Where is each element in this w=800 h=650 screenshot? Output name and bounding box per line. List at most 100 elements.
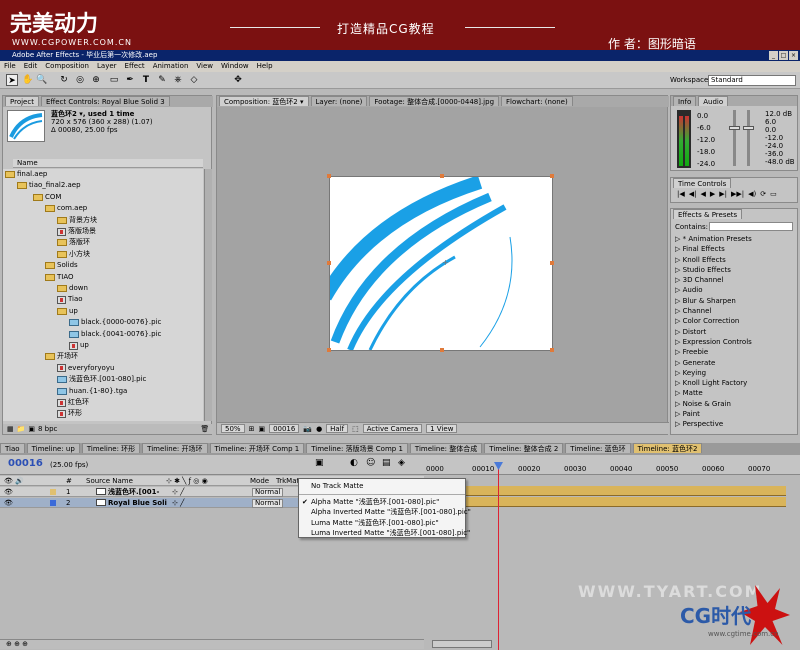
track-matte-option[interactable]: Luma Inverted Matte "浅蓝色环.[001-080].pic" [299,528,470,539]
pen-tool-icon[interactable]: ✒ [124,74,136,86]
project-item[interactable]: everyforyoyu [57,363,114,374]
tab-timeline[interactable]: Timeline: 开场环 [142,443,208,453]
tab-timeline[interactable]: Timeline: 环形 [81,443,141,453]
frame-blending-icon[interactable]: ▤ [382,458,391,468]
tab-project[interactable]: Project [5,96,39,106]
project-item[interactable]: 落版环 [57,237,90,248]
effect-category[interactable]: ▷ Blur & Sharpen [675,296,752,306]
layer-name[interactable]: 浅蓝色环.[001- [108,487,159,497]
effect-category[interactable]: ▷ Final Effects [675,244,752,254]
tab-timeline[interactable]: Timeline: up [26,443,80,453]
draft-3d-icon[interactable]: ◐ [350,458,358,468]
tab-flowchart[interactable]: Flowchart: (none) [501,96,573,106]
effect-category[interactable]: ▷ Channel [675,306,752,316]
label-color-swatch[interactable] [50,500,56,506]
track-matte-option[interactable]: Luma Matte "浅蓝色环.[001-080].pic" [299,518,465,529]
new-comp-icon[interactable]: ▣ [28,424,35,434]
project-item[interactable]: 背景方块 [57,215,97,226]
effect-category[interactable]: ▷ Studio Effects [675,265,752,275]
project-item[interactable]: up [57,306,78,317]
tab-layer[interactable]: Layer: (none) [310,96,368,106]
first-frame-button[interactable]: |◀ [677,190,685,198]
next-frame-button[interactable]: ▶| [719,190,727,198]
effect-category[interactable]: ▷ Matte [675,388,752,398]
bounding-handle[interactable] [327,261,331,265]
tab-audio[interactable]: Audio [698,96,729,106]
project-item[interactable]: down [57,283,88,294]
visibility-icon[interactable]: 👁 [4,498,13,508]
project-item[interactable]: black.{0041-0076}.pic [69,329,161,340]
safe-zone-icon[interactable]: ▣ [258,425,265,433]
bounding-handle[interactable] [550,348,554,352]
effect-category[interactable]: ▷ Keying [675,368,752,378]
trash-icon[interactable]: 🗑 [200,424,209,434]
grid-icon[interactable]: ⊞ [249,425,255,433]
track-matte-option[interactable]: ✔ Alpha Matte "浅蓝色环.[001-080].pic" [299,497,465,508]
project-item[interactable]: up [69,340,89,351]
track-matte-option[interactable]: No Track Matte [299,481,465,492]
project-item[interactable]: 环形 [57,408,82,419]
bounding-handle[interactable] [440,348,444,352]
layer-bar[interactable] [424,497,786,507]
bounding-handle[interactable] [440,174,444,178]
tab-effect-controls[interactable]: Effect Controls: Royal Blue Solid 3 [40,96,170,106]
pan-behind-tool-icon[interactable]: ⊕ [90,74,102,86]
hand-tool-icon[interactable]: ✋ [22,74,34,86]
project-item[interactable]: 落版场景 [57,226,96,237]
effects-search-input[interactable] [709,222,793,231]
layer-name[interactable]: Royal Blue Soli [108,498,167,508]
project-item[interactable]: 小方块 [57,249,90,260]
tab-timeline[interactable]: Timeline: 开场环 Comp 1 [209,443,305,453]
project-item[interactable]: 红色环 [57,397,89,408]
view-layout-select[interactable]: 1 View [426,424,458,433]
effect-category[interactable]: ▷ * Animation Presets [675,234,752,244]
menu-window[interactable]: Window [221,61,249,72]
effect-category[interactable]: ▷ Color Correction [675,316,752,326]
tab-timeline[interactable]: Timeline: 蓝色环 [565,443,631,453]
bounding-handle[interactable] [327,174,331,178]
effect-category[interactable]: ▷ Perspective [675,419,752,429]
volume-slider-thumb[interactable] [729,126,740,130]
tab-info[interactable]: Info [673,96,697,106]
current-time-indicator[interactable] [498,462,499,650]
current-time-field[interactable]: 00016 [269,424,300,433]
timeline-zoom-slider[interactable] [432,640,492,648]
audio-toggle-button[interactable]: ◀) [748,190,756,198]
bounding-handle[interactable] [327,348,331,352]
project-item[interactable]: huan.{1-80}.tga [57,386,127,397]
effect-category[interactable]: ▷ Distort [675,327,752,337]
menu-file[interactable]: File [4,61,16,72]
eraser-tool-icon[interactable]: ◇ [188,74,200,86]
effect-category[interactable]: ▷ Knoll Light Factory [675,378,752,388]
ram-preview-button[interactable]: ▭ [770,190,777,198]
layer-switches-icon[interactable]: ⊹ ╱ [172,498,184,508]
magnification-select[interactable]: 50% [221,424,245,433]
tab-footage[interactable]: Footage: 整体合成.[0000-0448].jpg [369,96,500,106]
blend-mode-select[interactable]: Normal [252,499,284,508]
zoom-tool-icon[interactable]: 🔍 [36,74,48,86]
bounding-handle[interactable] [550,174,554,178]
new-folder-icon[interactable]: 📁 [17,424,26,434]
volume-slider-thumb[interactable] [743,126,754,130]
tab-time-controls[interactable]: Time Controls [673,178,732,188]
menu-animation[interactable]: Animation [153,61,189,72]
minimize-button[interactable]: _ [769,51,778,60]
menu-composition[interactable]: Composition [45,61,89,72]
project-item[interactable]: com.aep [45,203,87,214]
camera-select[interactable]: Active Camera [362,424,423,433]
project-scrollbar[interactable] [204,169,212,421]
menu-view[interactable]: View [196,61,213,72]
tab-composition[interactable]: Composition: 蓝色环2 ▾ [219,96,309,106]
effect-category[interactable]: ▷ Generate [675,358,752,368]
region-of-interest-icon[interactable]: ⬚ [352,425,359,433]
effect-category[interactable]: ▷ Knoll Effects [675,255,752,265]
project-item[interactable]: Tiao [57,294,83,305]
tab-timeline[interactable]: Timeline: 蓝色环2 [632,443,703,453]
layer-bar[interactable] [424,486,786,496]
volume-slider-right[interactable] [747,110,750,166]
tab-timeline[interactable]: Timeline: 落版场景 Comp 1 [306,443,408,453]
effect-category[interactable]: ▷ Noise & Grain [675,399,752,409]
previous-frame-button[interactable]: ◀| [689,190,697,198]
trkmat-header[interactable]: TrkMat [276,476,299,486]
hide-shy-layers-icon[interactable]: ☺ [366,458,375,468]
